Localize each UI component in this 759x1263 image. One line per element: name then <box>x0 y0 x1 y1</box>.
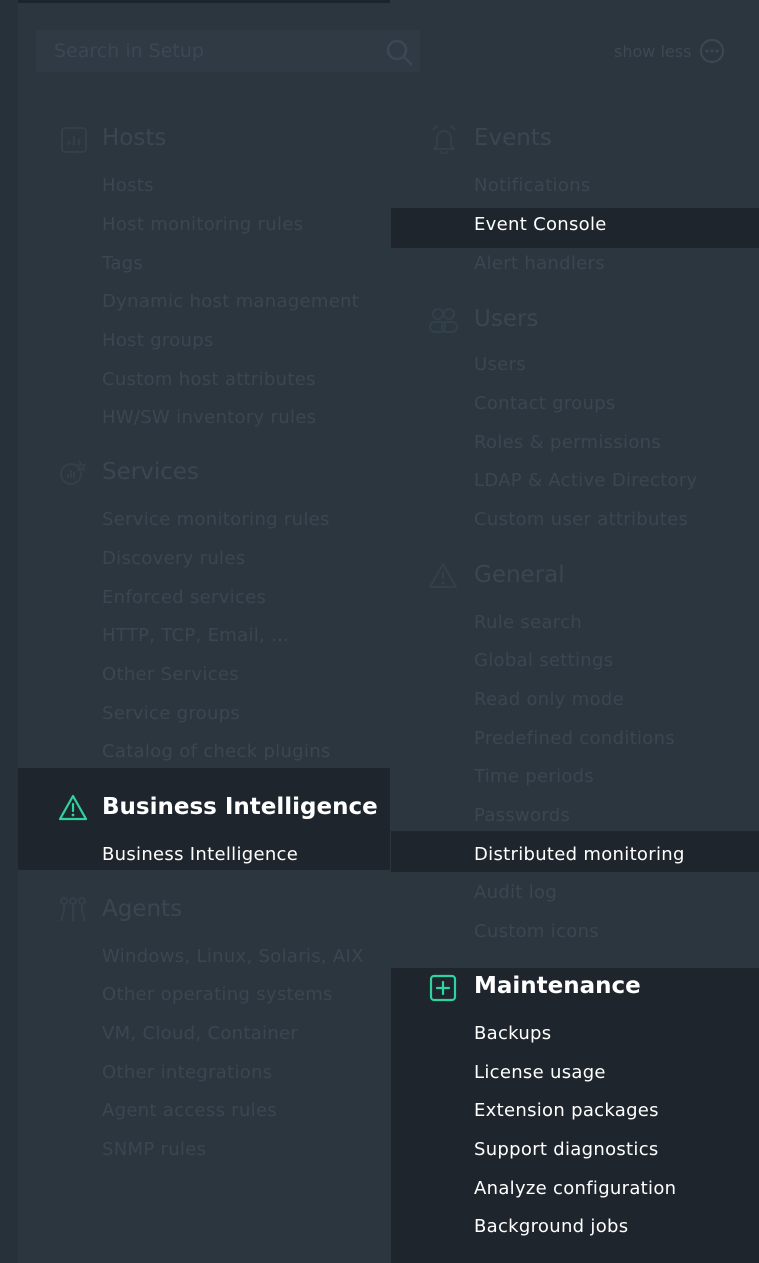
menu-item-agent-access-rules[interactable]: Agent access rules <box>102 1100 277 1121</box>
menu-item-enforced-services[interactable]: Enforced services <box>102 587 266 608</box>
menu-item-other-services[interactable]: Other Services <box>102 664 239 685</box>
menu-item-windows-linux-solaris-aix[interactable]: Windows, Linux, Solaris, AIX <box>102 946 364 967</box>
topic-title-events[interactable]: Events <box>474 125 552 151</box>
menu-item-rule-search[interactable]: Rule search <box>474 612 582 633</box>
menu-item-users[interactable]: Users <box>474 354 526 375</box>
menu-item-alert-handlers[interactable]: Alert handlers <box>474 253 605 274</box>
menu-item-business-intelligence[interactable]: Business Intelligence <box>102 844 298 865</box>
menu-item-discovery-rules[interactable]: Discovery rules <box>102 548 245 569</box>
topic-title-general[interactable]: General <box>474 562 565 588</box>
menu-item-global-settings[interactable]: Global settings <box>474 650 613 671</box>
topic-title-users[interactable]: Users <box>474 306 538 332</box>
topic-title-business-intelligence[interactable]: Business Intelligence <box>102 794 378 820</box>
hosts-icon <box>61 127 87 153</box>
menu-item-passwords[interactable]: Passwords <box>474 805 570 826</box>
maintenance-plus-icon <box>429 974 457 1002</box>
more-dots-icon[interactable] <box>699 38 725 64</box>
menu-item-vm-cloud-container[interactable]: VM, Cloud, Container <box>102 1023 298 1044</box>
menu-item-background-jobs[interactable]: Background jobs <box>474 1216 628 1237</box>
menu-item-dynamic-host-management[interactable]: Dynamic host management <box>102 291 359 312</box>
agents-icon <box>60 897 86 922</box>
menu-item-ldap-active-directory[interactable]: LDAP & Active Directory <box>474 470 697 491</box>
search-box <box>36 30 420 72</box>
menu-item-service-groups[interactable]: Service groups <box>102 703 240 724</box>
menu-item-http-tcp-email[interactable]: HTTP, TCP, Email, ... <box>102 625 289 646</box>
menu-item-hw-sw-inventory-rules[interactable]: HW/SW inventory rules <box>102 407 316 428</box>
menu-item-predefined-conditions[interactable]: Predefined conditions <box>474 728 675 749</box>
topic-title-services[interactable]: Services <box>102 459 199 485</box>
menu-item-other-operating-systems[interactable]: Other operating systems <box>102 984 333 1005</box>
show-less-label: show less <box>614 41 692 61</box>
bell-icon <box>432 125 456 154</box>
show-less-toggle[interactable]: show less <box>614 36 725 66</box>
topic-title-maintenance[interactable]: Maintenance <box>474 973 641 999</box>
search-icon[interactable] <box>385 38 413 66</box>
menu-item-event-console[interactable]: Event Console <box>474 214 607 235</box>
menu-item-service-monitoring-rules[interactable]: Service monitoring rules <box>102 509 330 530</box>
menu-item-support-diagnostics[interactable]: Support diagnostics <box>474 1139 659 1160</box>
topic-title-hosts[interactable]: Hosts <box>102 125 166 151</box>
menu-item-custom-icons[interactable]: Custom icons <box>474 921 599 942</box>
menu-item-catalog-of-check-plugins[interactable]: Catalog of check plugins <box>102 741 331 762</box>
menu-item-host-groups[interactable]: Host groups <box>102 330 214 351</box>
services-icon <box>60 459 87 485</box>
menu-item-custom-user-attributes[interactable]: Custom user attributes <box>474 509 688 530</box>
topic-title-agents[interactable]: Agents <box>102 896 182 922</box>
menu-item-distributed-monitoring[interactable]: Distributed monitoring <box>474 844 685 865</box>
menu-item-custom-host-attributes[interactable]: Custom host attributes <box>102 369 316 390</box>
menu-item-hosts[interactable]: Hosts <box>102 175 154 196</box>
menu-item-tags[interactable]: Tags <box>102 253 143 274</box>
menu-item-analyze-configuration[interactable]: Analyze configuration <box>474 1178 676 1199</box>
menu-item-snmp-rules[interactable]: SNMP rules <box>102 1139 206 1160</box>
menu-item-other-integrations[interactable]: Other integrations <box>102 1062 273 1083</box>
menu-item-extension-packages[interactable]: Extension packages <box>474 1100 659 1121</box>
menu-item-license-usage[interactable]: License usage <box>474 1062 606 1083</box>
top-strip <box>18 0 390 3</box>
left-edge <box>0 0 18 1263</box>
general-warning-icon <box>429 563 457 588</box>
warning-triangle-icon <box>58 794 88 821</box>
menu-item-time-periods[interactable]: Time periods <box>474 766 594 787</box>
menu-item-contact-groups[interactable]: Contact groups <box>474 393 616 414</box>
menu-item-backups[interactable]: Backups <box>474 1023 551 1044</box>
users-icon <box>429 308 458 333</box>
menu-item-read-only-mode[interactable]: Read only mode <box>474 689 624 710</box>
menu-item-notifications[interactable]: Notifications <box>474 175 591 196</box>
menu-item-host-monitoring-rules[interactable]: Host monitoring rules <box>102 214 303 235</box>
menu-item-roles-permissions[interactable]: Roles & permissions <box>474 432 661 453</box>
menu-item-audit-log[interactable]: Audit log <box>474 882 557 903</box>
search-input[interactable] <box>54 38 374 64</box>
